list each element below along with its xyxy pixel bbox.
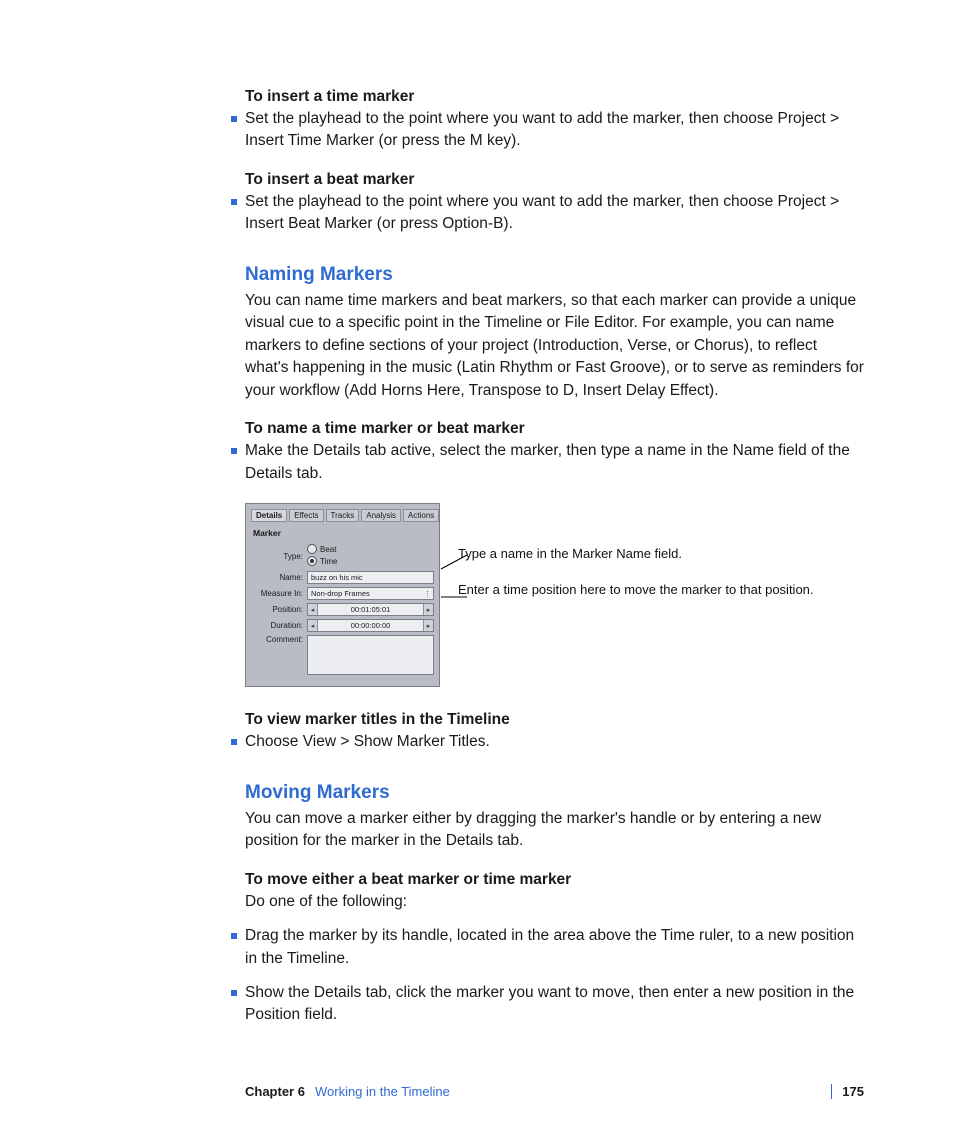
- naming-paragraph: You can name time markers and beat marke…: [245, 290, 864, 402]
- moving-paragraph: You can move a marker either by dragging…: [245, 808, 864, 853]
- callout-name: Type a name in the Marker Name field.: [458, 545, 814, 563]
- measure-combo[interactable]: Non-drop Frames: [307, 587, 434, 600]
- comment-field[interactable]: [307, 635, 434, 675]
- tab-effects[interactable]: Effects: [289, 509, 323, 522]
- to-view-head: To view marker titles in the Timeline: [245, 711, 864, 729]
- to-insert-beat-head: To insert a beat marker: [245, 171, 864, 189]
- tab-analysis[interactable]: Analysis: [361, 509, 401, 522]
- footer-chapter: Chapter 6: [245, 1084, 305, 1099]
- details-panel: Details Effects Tracks Analysis Actions …: [245, 503, 440, 687]
- name-field[interactable]: buzz on his mic: [307, 571, 434, 584]
- tab-actions[interactable]: Actions: [403, 509, 439, 522]
- position-field[interactable]: 00:01:05:01: [307, 603, 434, 616]
- move-bullet-1: Drag the marker by its handle, located i…: [245, 925, 864, 970]
- to-move-head: To move either a beat marker or time mar…: [245, 871, 864, 889]
- tab-tracks[interactable]: Tracks: [326, 509, 360, 522]
- label-comment: Comment:: [251, 635, 307, 644]
- to-insert-time-head: To insert a time marker: [245, 88, 864, 106]
- radio-on-icon: [307, 556, 317, 566]
- insert-beat-text: Set the playhead to the point where you …: [245, 191, 864, 236]
- bullet-icon: [231, 933, 237, 939]
- move-bullet-2: Show the Details tab, click the marker y…: [245, 982, 864, 1027]
- label-position: Position:: [251, 605, 307, 614]
- panel-group-label: Marker: [253, 528, 434, 538]
- to-move-intro: Do one of the following:: [245, 891, 864, 913]
- bullet-icon: [231, 739, 237, 745]
- to-name-head: To name a time marker or beat marker: [245, 420, 864, 438]
- naming-markers-heading: Naming Markers: [245, 264, 864, 286]
- label-measure: Measure In:: [251, 589, 307, 598]
- moving-markers-heading: Moving Markers: [245, 782, 864, 804]
- footer-title: Working in the Timeline: [315, 1084, 450, 1099]
- label-duration: Duration:: [251, 621, 307, 630]
- duration-field[interactable]: 00:00:00:00: [307, 619, 434, 632]
- bullet-icon: [231, 990, 237, 996]
- to-view-text: Choose View > Show Marker Titles.: [245, 731, 490, 753]
- bullet-icon: [231, 448, 237, 454]
- insert-time-text: Set the playhead to the point where you …: [245, 108, 864, 153]
- radio-time-label: Time: [320, 557, 337, 566]
- footer-page: 175: [831, 1084, 864, 1099]
- radio-off-icon: [307, 544, 317, 554]
- bullet-icon: [231, 199, 237, 205]
- radio-beat[interactable]: Beat: [307, 544, 337, 554]
- callout-position: Enter a time position here to move the m…: [458, 581, 814, 599]
- bullet-icon: [231, 116, 237, 122]
- radio-beat-label: Beat: [320, 545, 336, 554]
- to-name-text: Make the Details tab active, select the …: [245, 440, 864, 485]
- tab-details[interactable]: Details: [251, 509, 287, 522]
- label-name: Name:: [251, 573, 307, 582]
- label-type: Type:: [251, 552, 307, 561]
- radio-time[interactable]: Time: [307, 556, 337, 566]
